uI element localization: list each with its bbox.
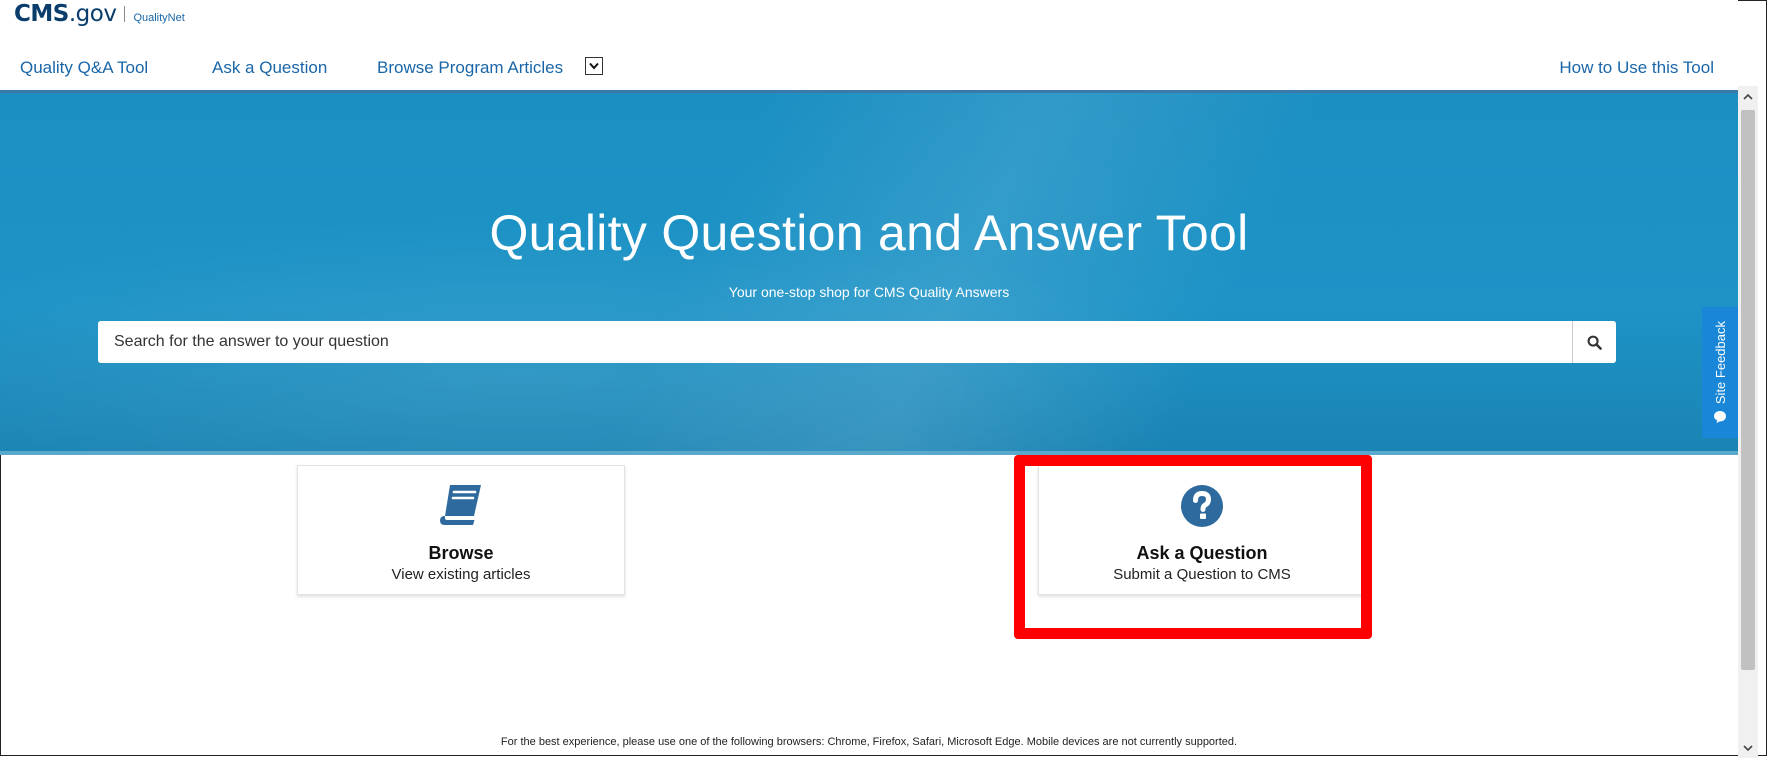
logo-separator — [124, 6, 126, 22]
browse-card-description: View existing articles — [391, 566, 531, 583]
logo-suffix: .gov — [68, 1, 117, 27]
scroll-up-button[interactable] — [1738, 86, 1758, 106]
program-dropdown-toggle[interactable] — [585, 57, 603, 75]
logo-brand: CMS — [14, 1, 69, 27]
chevron-down-icon — [1743, 744, 1753, 751]
ask-question-card[interactable]: Ask a Question Submit a Question to CMS — [1038, 465, 1366, 595]
browse-card[interactable]: Browse View existing articles — [297, 465, 625, 595]
site-feedback-label: Site Feedback — [1712, 320, 1728, 405]
chat-bubble-icon — [1714, 411, 1726, 424]
hero-banner: Quality Question and Answer Tool Your on… — [0, 90, 1738, 455]
search-input[interactable] — [98, 321, 1572, 363]
page-scrollbar[interactable] — [1738, 86, 1758, 758]
search-icon — [1587, 335, 1602, 350]
nav-quality-qa-tool[interactable]: Quality Q&A Tool — [20, 58, 148, 78]
book-icon — [440, 485, 481, 525]
page-title: Quality Question and Answer Tool — [489, 205, 1249, 261]
ask-question-card-title: Ask a Question — [1136, 543, 1268, 563]
logo-text: CMS.gov — [14, 1, 117, 27]
cms-logo[interactable]: CMS.gov QualityNet — [14, 1, 185, 27]
scroll-thumb[interactable] — [1741, 110, 1755, 670]
browse-card-title: Browse — [428, 543, 494, 563]
search-bar — [98, 321, 1616, 363]
chevron-down-icon — [589, 62, 599, 70]
qualitynet-label: QualityNet — [133, 12, 185, 24]
chevron-up-icon — [1743, 93, 1753, 100]
search-button[interactable] — [1572, 321, 1616, 363]
question-circle-icon — [1181, 485, 1223, 527]
nav-how-to-use[interactable]: How to Use this Tool — [1559, 58, 1714, 78]
ask-question-card-description: Submit a Question to CMS — [1113, 566, 1291, 583]
browse-card-icon — [298, 484, 624, 526]
nav-browse-program-articles[interactable]: Browse Program Articles — [377, 58, 563, 78]
nav-ask-a-question[interactable]: Ask a Question — [212, 58, 327, 78]
browser-support-note: For the best experience, please use one … — [500, 736, 1238, 748]
ask-question-card-icon — [1039, 484, 1365, 528]
scroll-down-button[interactable] — [1738, 738, 1758, 758]
site-feedback-tab[interactable]: Site Feedback — [1702, 307, 1738, 438]
header: CMS.gov QualityNet Quality Q&A Tool Ask … — [0, 0, 1738, 90]
page-subtitle: Your one-stop shop for CMS Quality Answe… — [728, 284, 1010, 300]
main-nav: Quality Q&A Tool Ask a Question Browse P… — [0, 58, 1738, 84]
